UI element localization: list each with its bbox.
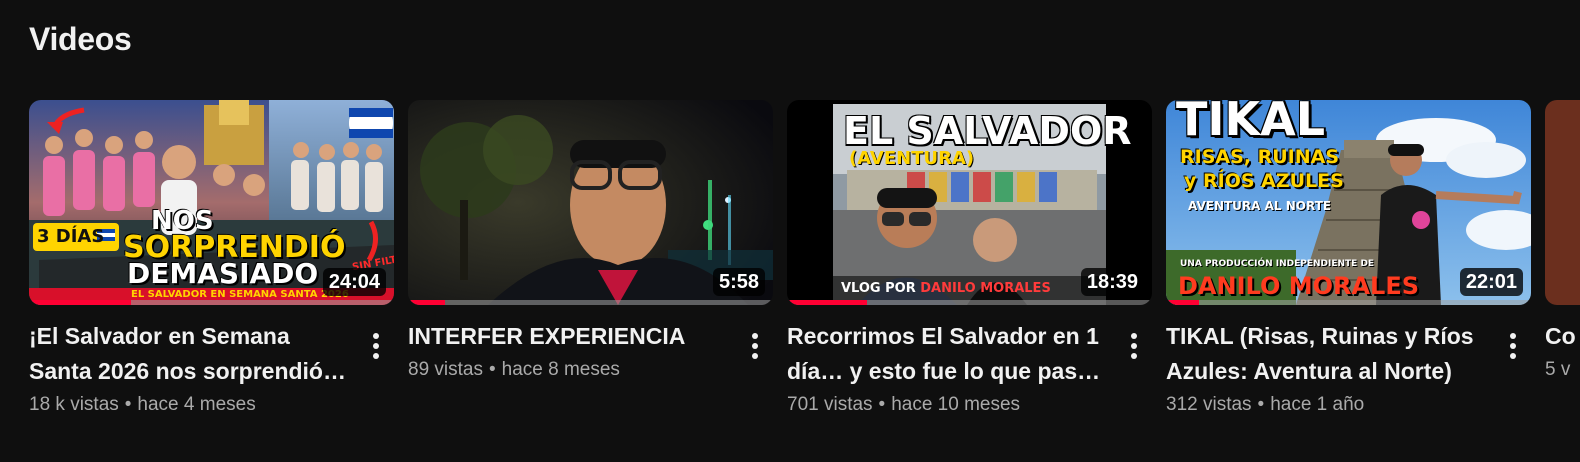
video-duration: 22:01: [1459, 268, 1523, 296]
more-vert-icon[interactable]: [1122, 331, 1146, 365]
video-thumbnail[interactable]: EL SALVADOR (AVENTURA) VLOG POR DANILO M…: [787, 100, 1152, 305]
thumbnail-headline: DEMASIADO: [127, 257, 319, 290]
thumbnail-footer: EL SALVADOR EN SEMANA SANTA 2026: [131, 289, 349, 300]
video-card[interactable]: TIKAL RISAS, RUINAS y RÍOS AZULES AVENTU…: [1166, 100, 1531, 419]
video-card[interactable]: EL SALVADOR (AVENTURA) VLOG POR DANILO M…: [787, 100, 1152, 419]
video-title[interactable]: TIKAL (Risas, Ruinas y Ríos Azules: Aven…: [1166, 319, 1488, 389]
video-thumbnail[interactable]: 5:58: [408, 100, 773, 305]
video-thumbnail[interactable]: [1545, 100, 1580, 305]
video-card[interactable]: Co 5 v: [1545, 100, 1580, 384]
video-title[interactable]: Co: [1545, 319, 1580, 354]
separator-dot: •: [878, 394, 886, 415]
more-vert-icon[interactable]: [743, 331, 767, 365]
more-vert-icon[interactable]: [1501, 331, 1525, 365]
thumbnail-badge: 3 DÍAS: [37, 226, 105, 247]
thumbnail-credit: UNA PRODUCCIÓN INDEPENDIENTE DE: [1180, 259, 1375, 269]
video-stats: 18 k vistas • hace 4 meses: [29, 391, 394, 419]
thumbnail-subheading: RISAS, RUINAS: [1180, 146, 1340, 168]
upload-age: hace 8 meses: [501, 359, 620, 380]
video-thumbnail[interactable]: 3 DÍAS NOS SORPRENDIÓ DEMASIADO EL SALVA…: [29, 100, 394, 305]
video-title[interactable]: ¡El Salvador en Semana Santa 2026 nos so…: [29, 319, 351, 389]
thumbnail-subheading: (AVENTURA): [849, 148, 975, 169]
thumbnail-tagline: AVENTURA AL NORTE: [1188, 199, 1332, 213]
video-duration: 18:39: [1080, 268, 1144, 296]
upload-age: hace 4 meses: [137, 394, 256, 415]
thumbnail-subheading: y RÍOS AZULES: [1184, 170, 1344, 192]
more-vert-icon[interactable]: [364, 331, 388, 365]
separator-dot: •: [1257, 394, 1265, 415]
separator-dot: •: [124, 394, 132, 415]
video-duration: 24:04: [322, 268, 386, 296]
video-stats: 5 v: [1545, 356, 1580, 384]
video-duration: 5:58: [712, 268, 765, 296]
thumbnail-name: DANILO MORALES: [1178, 272, 1420, 300]
view-count: 89 vistas: [408, 359, 483, 380]
view-count: 312 vistas: [1166, 394, 1252, 415]
thumbnail-headline: EL SALVADOR: [843, 109, 1132, 153]
video-stats: 89 vistas • hace 8 meses: [408, 356, 773, 384]
thumbnail-footer: VLOG POR DANILO MORALES: [841, 282, 1051, 295]
separator-dot: •: [488, 359, 496, 380]
thumbnail-headline: TIKAL: [1176, 100, 1326, 146]
video-title[interactable]: INTERFER EXPERIENCIA: [408, 319, 730, 354]
thumbnail-footer-prefix: VLOG POR: [841, 281, 916, 296]
video-shelf: 3 DÍAS NOS SORPRENDIÓ DEMASIADO EL SALVA…: [29, 100, 1580, 440]
video-card[interactable]: 5:58 INTERFER EXPERIENCIA 89 vistas • hace…: [408, 100, 773, 384]
video-stats: 312 vistas • hace 1 año: [1166, 391, 1531, 419]
video-thumbnail[interactable]: TIKAL RISAS, RUINAS y RÍOS AZULES AVENTU…: [1166, 100, 1531, 305]
view-count: 18 k vistas: [29, 394, 119, 415]
thumbnail-footer-name: DANILO MORALES: [920, 281, 1051, 296]
upload-age: hace 10 meses: [891, 394, 1021, 415]
section-title: Videos: [29, 21, 132, 57]
video-stats: 701 vistas • hace 10 meses: [787, 391, 1152, 419]
video-card[interactable]: 3 DÍAS NOS SORPRENDIÓ DEMASIADO EL SALVA…: [29, 100, 394, 419]
view-count: 701 vistas: [787, 394, 873, 415]
video-title[interactable]: Recorrimos El Salvador en 1 día… y esto …: [787, 319, 1109, 389]
view-count: 5 v: [1545, 359, 1571, 380]
upload-age: hace 1 año: [1270, 394, 1365, 415]
